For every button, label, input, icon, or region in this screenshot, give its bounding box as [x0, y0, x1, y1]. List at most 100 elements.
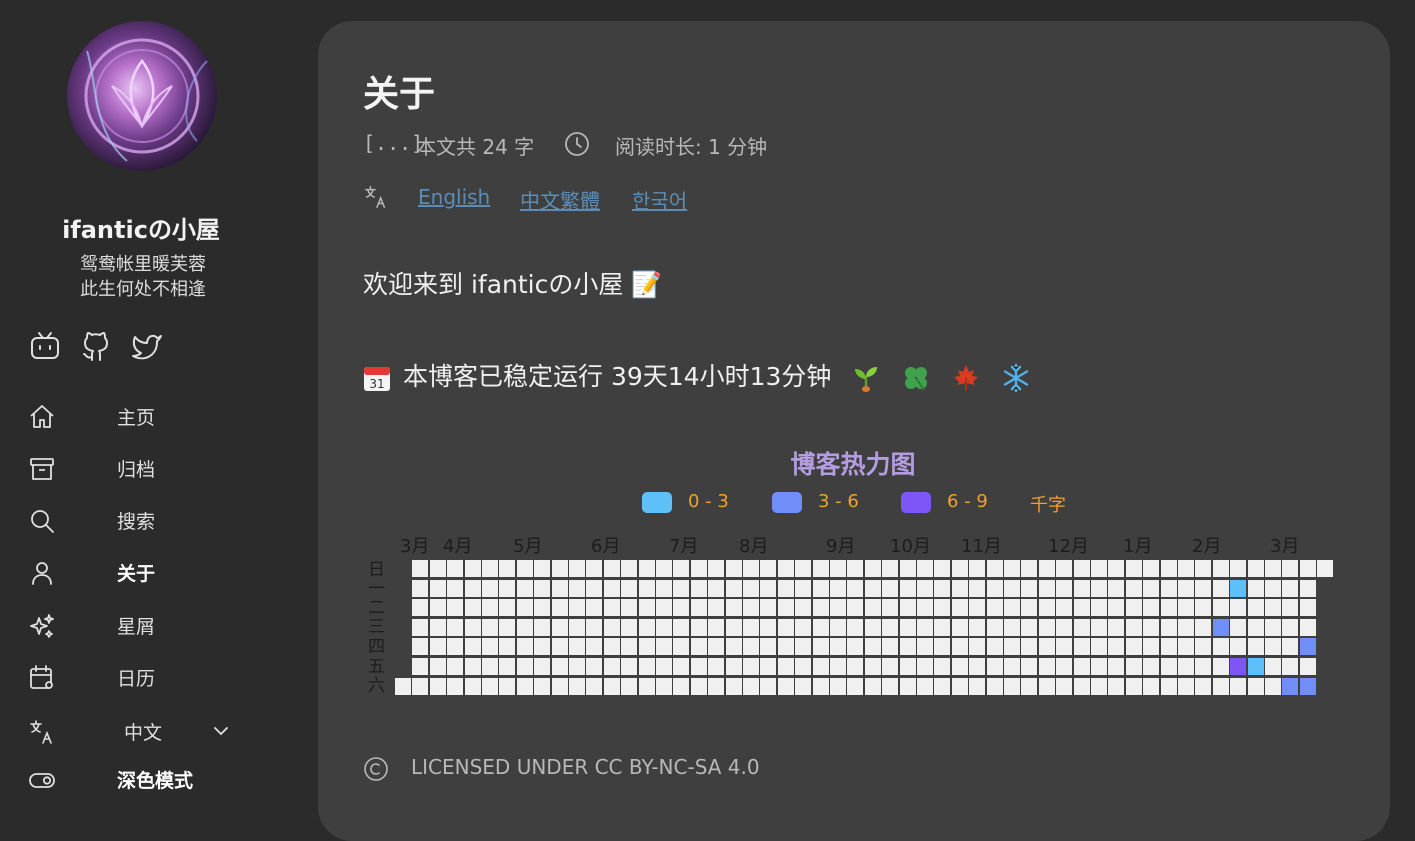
heatmap-cell[interactable]	[1161, 580, 1177, 597]
heatmap-cell[interactable]	[1143, 658, 1159, 675]
heatmap-cell[interactable]	[465, 658, 481, 675]
heatmap-cell[interactable]	[1004, 638, 1020, 655]
heatmap-cell[interactable]	[1108, 678, 1124, 695]
heatmap-cell[interactable]	[1056, 658, 1072, 675]
heatmap-cell[interactable]	[847, 678, 863, 695]
heatmap-cell[interactable]	[1282, 599, 1298, 616]
heatmap-cell[interactable]	[639, 560, 655, 577]
heatmap-cell[interactable]	[673, 599, 689, 616]
heatmap-cell[interactable]	[430, 560, 446, 577]
heatmap-cell[interactable]	[1021, 619, 1037, 636]
heatmap-cell[interactable]	[1004, 560, 1020, 577]
heatmap-cell[interactable]	[917, 638, 933, 655]
heatmap-cell[interactable]	[534, 658, 550, 675]
heatmap-cell[interactable]	[639, 638, 655, 655]
heatmap-cell[interactable]	[639, 678, 655, 695]
heatmap-cell[interactable]	[1056, 619, 1072, 636]
heatmap-cell[interactable]	[987, 619, 1003, 636]
heatmap-cell[interactable]	[691, 638, 707, 655]
heatmap-cell[interactable]	[1230, 560, 1246, 577]
heatmap-cell[interactable]	[1039, 638, 1055, 655]
heatmap-cell[interactable]	[1178, 619, 1194, 636]
heatmap-cell[interactable]	[604, 619, 620, 636]
heatmap-cell[interactable]	[1004, 619, 1020, 636]
heatmap-cell[interactable]	[1230, 599, 1246, 616]
heatmap-cell[interactable]	[1004, 599, 1020, 616]
heatmap-cell[interactable]	[1213, 658, 1229, 675]
heatmap-cell[interactable]	[847, 638, 863, 655]
heatmap-cell[interactable]	[987, 599, 1003, 616]
heatmap-cell[interactable]	[691, 599, 707, 616]
heatmap-cell[interactable]	[1178, 599, 1194, 616]
heatmap-cell[interactable]	[969, 678, 985, 695]
heatmap-cell[interactable]	[830, 580, 846, 597]
heatmap-cell[interactable]	[813, 560, 829, 577]
nav-item-language[interactable]: 中文	[0, 712, 290, 752]
heatmap-cell[interactable]	[917, 678, 933, 695]
heatmap-cell[interactable]	[743, 619, 759, 636]
heatmap-cell[interactable]	[1126, 658, 1142, 675]
heatmap-cell[interactable]	[1143, 599, 1159, 616]
heatmap-cell[interactable]	[865, 619, 881, 636]
heatmap-cell[interactable]	[1265, 638, 1281, 655]
heatmap-cell[interactable]	[795, 599, 811, 616]
heatmap-cell[interactable]	[934, 619, 950, 636]
heatmap-cell[interactable]	[1265, 560, 1281, 577]
heatmap-cell[interactable]	[586, 638, 602, 655]
heatmap-cell[interactable]	[499, 619, 515, 636]
heatmap-cell[interactable]	[586, 599, 602, 616]
heatmap-cell[interactable]	[934, 599, 950, 616]
heatmap-cell[interactable]	[952, 599, 968, 616]
heatmap-cell[interactable]	[1108, 599, 1124, 616]
heatmap-cell[interactable]	[987, 560, 1003, 577]
heatmap-cell[interactable]	[412, 638, 428, 655]
heatmap-cell[interactable]	[726, 619, 742, 636]
nav-item-home[interactable]: 主页	[0, 397, 290, 437]
heatmap-cell[interactable]	[1213, 638, 1229, 655]
heatmap-cell[interactable]	[447, 580, 463, 597]
heatmap-cell[interactable]	[813, 619, 829, 636]
heatmap-cell[interactable]	[778, 560, 794, 577]
heatmap-cell[interactable]	[917, 658, 933, 675]
heatmap-cell[interactable]	[465, 599, 481, 616]
heatmap-cell[interactable]	[760, 580, 776, 597]
heatmap-cell[interactable]	[412, 678, 428, 695]
heatmap-cell[interactable]	[639, 658, 655, 675]
heatmap-cell[interactable]	[569, 619, 585, 636]
heatmap-cell[interactable]	[465, 678, 481, 695]
heatmap-cell[interactable]	[865, 599, 881, 616]
heatmap-cell[interactable]	[1178, 658, 1194, 675]
heatmap-cell[interactable]	[934, 638, 950, 655]
heatmap-cell[interactable]	[621, 638, 637, 655]
heatmap-cell[interactable]	[882, 560, 898, 577]
heatmap-cell[interactable]	[534, 638, 550, 655]
heatmap-cell[interactable]	[830, 599, 846, 616]
heatmap-cell[interactable]	[813, 580, 829, 597]
heatmap-cell[interactable]	[934, 658, 950, 675]
heatmap-cell[interactable]	[534, 560, 550, 577]
nav-item-search[interactable]: 搜索	[0, 501, 290, 541]
lang-link-english[interactable]: English	[418, 185, 490, 209]
heatmap-cell[interactable]	[795, 658, 811, 675]
heatmap-cell[interactable]	[952, 638, 968, 655]
heatmap-cell[interactable]	[882, 638, 898, 655]
heatmap-cell[interactable]	[1265, 658, 1281, 675]
heatmap-cell[interactable]	[1074, 678, 1090, 695]
heatmap-cell[interactable]	[1161, 619, 1177, 636]
heatmap-cell[interactable]	[1143, 560, 1159, 577]
heatmap-cell[interactable]	[1213, 599, 1229, 616]
heatmap-cell[interactable]	[743, 560, 759, 577]
heatmap-cell[interactable]	[1143, 678, 1159, 695]
heatmap-cell[interactable]	[1056, 580, 1072, 597]
heatmap-cell[interactable]	[952, 580, 968, 597]
avatar[interactable]	[67, 21, 217, 171]
heatmap-cell[interactable]	[847, 560, 863, 577]
heatmap-cell[interactable]	[691, 580, 707, 597]
heatmap-cell[interactable]	[499, 599, 515, 616]
heatmap-cell[interactable]	[1178, 678, 1194, 695]
heatmap-cell[interactable]	[1039, 580, 1055, 597]
heatmap-cell[interactable]	[865, 658, 881, 675]
heatmap-cell[interactable]	[1143, 619, 1159, 636]
heatmap-cell[interactable]	[778, 638, 794, 655]
nav-item-calendar[interactable]: 日历	[0, 658, 290, 698]
